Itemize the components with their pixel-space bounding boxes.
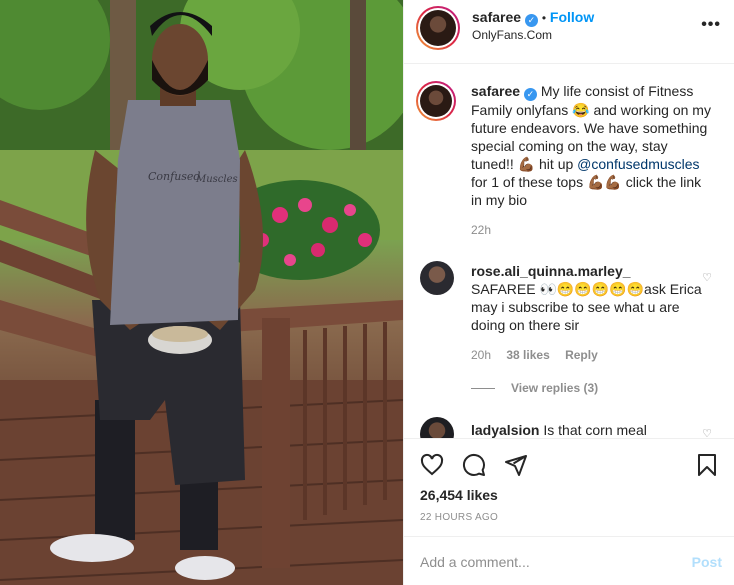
shirt-print-top: Confused xyxy=(148,170,200,183)
caption-username[interactable]: safaree xyxy=(471,83,520,99)
comment-username[interactable]: rose.ali_quinna.marley_ xyxy=(471,263,631,279)
caption-avatar[interactable] xyxy=(416,81,456,121)
reply-button[interactable]: Reply xyxy=(565,348,598,362)
comment-icon[interactable] xyxy=(462,453,486,477)
comment-text: ladyalsion Is that corn meal xyxy=(471,421,711,438)
comment-username[interactable]: ladyalsion xyxy=(471,422,539,438)
caption-time[interactable]: 22h xyxy=(471,223,491,237)
more-icon[interactable]: ••• xyxy=(701,16,721,34)
action-bar: 26,454 likes 22 HOURS AGO xyxy=(404,438,734,536)
bookmark-icon[interactable] xyxy=(695,453,719,477)
verified-icon: ✓ xyxy=(524,14,538,27)
verified-icon: ✓ xyxy=(523,88,537,101)
view-replies-label: View replies (3) xyxy=(511,381,599,395)
header-username[interactable]: safaree xyxy=(472,9,521,25)
post-photo[interactable]: Confused Muscles xyxy=(0,0,403,585)
comment-text: rose.ali_quinna.marley_ SAFAREE 👀😁😁😁😁😁as… xyxy=(471,262,711,334)
comment-like-icon[interactable]: ♡ xyxy=(702,271,712,284)
add-comment-input[interactable]: Add a comment... xyxy=(420,554,530,570)
photo-illustration: Confused Muscles xyxy=(0,0,403,585)
instagram-post-view: Confused Muscles safaree ✓ • Follow Only… xyxy=(0,0,734,585)
location-subtitle[interactable]: OnlyFans.Com xyxy=(472,28,552,42)
share-icon[interactable] xyxy=(504,453,528,477)
avatar[interactable] xyxy=(416,6,460,50)
comment-time[interactable]: 20h xyxy=(471,348,491,362)
separator-dot: • xyxy=(541,11,547,25)
post-header: safaree ✓ • Follow OnlyFans.Com ••• xyxy=(404,0,734,64)
commenter-avatar[interactable] xyxy=(420,417,454,438)
follow-button[interactable]: Follow xyxy=(550,9,594,25)
comment-body: SAFAREE 👀😁😁😁😁😁ask Erica may i subscribe … xyxy=(471,281,702,333)
comments-list[interactable]: safaree ✓ My life consist of Fitness Fam… xyxy=(404,65,734,438)
mention-link[interactable]: @confusedmuscles xyxy=(577,156,699,172)
divider-line xyxy=(471,388,495,390)
post-sidebar: safaree ✓ • Follow OnlyFans.Com ••• safa… xyxy=(403,0,734,585)
action-icons xyxy=(420,453,542,477)
heart-icon[interactable] xyxy=(420,453,444,477)
view-replies-button[interactable]: View replies (3) xyxy=(471,381,598,395)
comment-like-icon[interactable]: ♡ xyxy=(702,427,712,438)
post-timestamp[interactable]: 22 HOURS AGO xyxy=(420,512,498,523)
comment-meta: 20h 38 likes Reply xyxy=(471,348,598,362)
add-comment-bar: Add a comment... Post xyxy=(404,536,734,585)
shirt-print-bottom: Muscles xyxy=(195,174,238,185)
caption-body-2: for 1 of these tops 💪🏾💪🏾 click the link … xyxy=(471,174,702,208)
comment-likes[interactable]: 38 likes xyxy=(506,348,549,362)
likes-count[interactable]: 26,454 likes xyxy=(420,487,498,503)
post-comment-button[interactable]: Post xyxy=(692,554,722,570)
caption-text: safaree ✓ My life consist of Fitness Fam… xyxy=(471,82,711,209)
commenter-avatar[interactable] xyxy=(420,261,454,295)
comment-body: Is that corn meal xyxy=(543,422,647,438)
